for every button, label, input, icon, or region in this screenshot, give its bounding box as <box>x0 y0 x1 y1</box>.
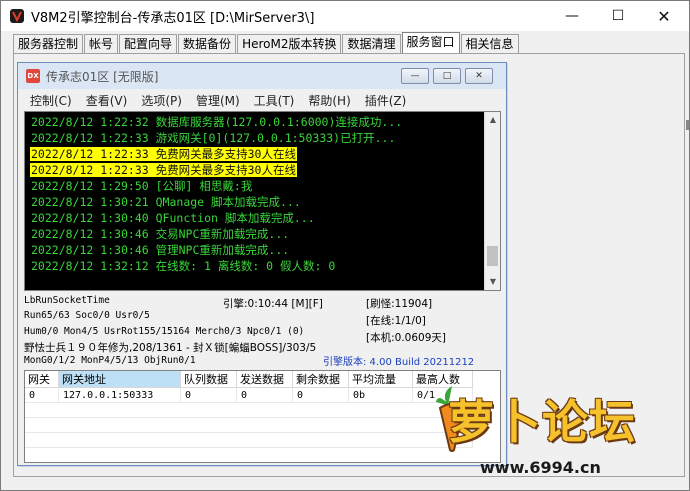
mongen-stats: MonG0/1/2 MonP4/5/13 ObjRun0/1 <box>24 355 196 366</box>
inner-minimize-button[interactable]: — <box>401 68 429 84</box>
log-lines: 2022/8/12 1:22:32 数据库服务器(127.0.0.1:6000)… <box>25 114 485 274</box>
table-row-empty <box>25 403 473 418</box>
engine-stats: LbRunSocketTime 引擎:0:10:44 [M][F] [刷怪:11… <box>18 292 506 368</box>
tab-related-info[interactable]: 相关信息 <box>460 34 519 54</box>
tab-data-backup[interactable]: 数据备份 <box>178 34 237 54</box>
log-line-text: 2022/8/12 1:30:46 管理NPC重新加载完成... <box>31 243 290 257</box>
gateway-table-header: 网关 网关地址 队列数据 发送数据 剩余数据 平均流量 最高人数 <box>25 371 473 388</box>
menu-control[interactable]: 控制(C) <box>30 91 72 111</box>
menu-plugins[interactable]: 插件(Z) <box>365 91 407 111</box>
log-line-text: 2022/8/12 1:22:33 游戏网关[0](127.0.0.1:5033… <box>31 131 396 145</box>
dx-app-icon: DX <box>26 69 40 83</box>
minimize-button[interactable]: — <box>549 1 595 31</box>
tab-server-control[interactable]: 服务器控制 <box>13 34 84 54</box>
col-gateway-address[interactable]: 网关地址 <box>59 371 181 388</box>
log-line: 2022/8/12 1:30:21 QManage 脚本加载完成... <box>25 194 485 210</box>
engine-uptime: 引擎:0:10:44 [M][F] <box>223 298 323 310</box>
tab-account[interactable]: 帐号 <box>84 34 119 54</box>
log-line-text: 2022/8/12 1:30:46 交易NPC重新加载完成... <box>31 227 290 241</box>
log-line-text: 2022/8/12 1:29:50 [公聊] 相思戴:我 <box>31 179 253 193</box>
run-stats: Run65/63 Soc0/0 Usr0/5 <box>24 310 150 321</box>
tab-data-cleanup[interactable]: 数据清理 <box>342 34 401 54</box>
scroll-down-arrow-icon[interactable]: ▼ <box>485 274 500 290</box>
scroll-thumb[interactable] <box>487 246 498 266</box>
cell-gateway: 0 <box>25 388 59 403</box>
socket-time-label: LbRunSocketTime <box>24 295 110 306</box>
inner-maximize-button[interactable]: □ <box>433 68 461 84</box>
col-gateway[interactable]: 网关 <box>25 371 59 388</box>
background-window-edge <box>686 120 689 130</box>
menu-view[interactable]: 查看(V) <box>86 91 128 111</box>
log-line: 2022/8/12 1:30:46 管理NPC重新加载完成... <box>25 242 485 258</box>
gateway-table: 网关 网关地址 队列数据 发送数据 剩余数据 平均流量 最高人数 0 127.0… <box>24 370 501 463</box>
hum-stats: Hum0/0 Mon4/5 UsrRot155/15164 Merch0/3 N… <box>24 326 305 337</box>
tab-service-window[interactable]: 服务窗口 <box>401 32 460 54</box>
tab-config-wizard[interactable]: 配置向导 <box>119 34 178 54</box>
log-line-text: 2022/8/12 1:30:21 QManage 脚本加载完成... <box>31 195 301 209</box>
scroll-up-arrow-icon[interactable]: ▲ <box>485 112 500 128</box>
gateway-table-body: 0 127.0.0.1:50333 0 0 0 0b 0/1 <box>25 388 473 448</box>
cell-traffic: 0b <box>349 388 413 403</box>
app-logo-icon <box>10 9 24 23</box>
watermark-url: www.6994.cn <box>480 458 601 477</box>
watermark-text: 萝卜论坛 <box>448 395 636 449</box>
log-line-text: 2022/8/12 1:30:40 QFunction 脚本加载完成... <box>31 211 315 225</box>
log-line: 2022/8/12 1:29:50 [公聊] 相思戴:我 <box>25 178 485 194</box>
menu-help[interactable]: 帮助(H) <box>308 91 350 111</box>
menu-manage[interactable]: 管理(M) <box>196 91 240 111</box>
log-line-text: 2022/8/12 1:22:33 免费网关最多支持30人在线 <box>30 147 297 161</box>
log-line: 2022/8/12 1:30:40 QFunction 脚本加载完成... <box>25 210 485 226</box>
table-row-empty <box>25 418 473 433</box>
inner-close-button[interactable]: ✕ <box>465 68 493 84</box>
log-line-text: 2022/8/12 1:32:12 在线数: 1 离线数: 0 假人数: 0 <box>31 259 336 273</box>
menu-bar: 控制(C) 查看(V) 选项(P) 管理(M) 工具(T) 帮助(H) 插件(Z… <box>18 91 506 111</box>
title-bar[interactable]: V8M2引擎控制台-传承志01区 [D:\MirServer3\] — ☐ ✕ <box>1 1 689 31</box>
monster-info: 野怯士兵１９０年修为,208/1361 - 封Ｘ锁[蝙蝠BOSS]/303/5 <box>24 342 317 354</box>
refresh-count: [刷怪:11904] <box>366 298 433 310</box>
col-remaining-data[interactable]: 剩余数据 <box>293 371 349 388</box>
col-send-data[interactable]: 发送数据 <box>237 371 293 388</box>
inner-window-title: 传承志01区 [无限版] <box>46 70 159 84</box>
window-title: V8M2引擎控制台-传承志01区 [D:\MirServer3\] <box>31 11 315 26</box>
log-line-highlighted: 2022/8/12 1:22:33 免费网关最多支持30人在线 <box>25 146 485 162</box>
log-line: 2022/8/12 1:32:12 在线数: 1 离线数: 0 假人数: 0 <box>25 258 485 274</box>
menu-tools[interactable]: 工具(T) <box>254 91 295 111</box>
cell-address: 127.0.0.1:50333 <box>59 388 181 403</box>
col-queue-data[interactable]: 队列数据 <box>181 371 237 388</box>
forum-watermark: 萝卜论坛 www.6994.cn <box>436 380 680 485</box>
log-line: 2022/8/12 1:22:32 数据库服务器(127.0.0.1:6000)… <box>25 114 485 130</box>
cell-send: 0 <box>237 388 293 403</box>
log-line-highlighted: 2022/8/12 1:22:33 免费网关最多支持30人在线 <box>25 162 485 178</box>
table-row[interactable]: 0 127.0.0.1:50333 0 0 0 0b 0/1 <box>25 388 473 403</box>
menu-options[interactable]: 选项(P) <box>141 91 182 111</box>
online-count: [在线:1/1/0] <box>366 315 426 327</box>
inner-title-bar[interactable]: DX 传承志01区 [无限版] — □ ✕ <box>18 63 506 89</box>
tab-bar: 服务器控制 帐号 配置向导 数据备份 HeroM2版本转换 数据清理 服务窗口 … <box>13 32 520 54</box>
tab-herom2-convert[interactable]: HeroM2版本转换 <box>237 34 342 54</box>
col-avg-traffic[interactable]: 平均流量 <box>349 371 413 388</box>
log-console[interactable]: 2022/8/12 1:22:32 数据库服务器(127.0.0.1:6000)… <box>24 111 501 291</box>
cell-queue: 0 <box>181 388 237 403</box>
engine-version: 引擎版本: 4.00 Build 20211212 <box>323 357 475 368</box>
table-row-empty <box>25 433 473 448</box>
log-line-text: 2022/8/12 1:22:32 数据库服务器(127.0.0.1:6000)… <box>31 115 403 129</box>
close-button[interactable]: ✕ <box>641 1 687 31</box>
log-line: 2022/8/12 1:30:46 交易NPC重新加载完成... <box>25 226 485 242</box>
log-line-text: 2022/8/12 1:22:33 免费网关最多支持30人在线 <box>30 163 297 177</box>
console-scrollbar[interactable]: ▲ ▼ <box>484 112 500 290</box>
cell-remaining: 0 <box>293 388 349 403</box>
maximize-button[interactable]: ☐ <box>595 1 641 31</box>
local-uptime: [本机:0.0609天] <box>366 332 446 344</box>
log-line: 2022/8/12 1:22:33 游戏网关[0](127.0.0.1:5033… <box>25 130 485 146</box>
